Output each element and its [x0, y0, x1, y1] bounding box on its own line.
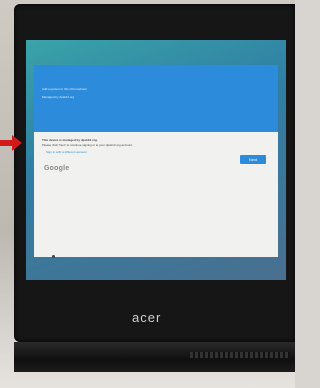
red-arrow-icon: [0, 135, 22, 151]
cursor-dot: [52, 255, 55, 258]
header-subtitle: Managed by dpsk12.org: [42, 95, 75, 99]
chromebook-screen: Add a person to this Chromebook Managed …: [26, 40, 286, 280]
signin-dialog: This device is managed by dpsk12.org. Pl…: [34, 132, 278, 257]
different-account-link[interactable]: Sign in with a different account: [46, 150, 87, 154]
hinge-grille: [190, 352, 290, 358]
header-title: Add a person to this Chromebook: [42, 87, 87, 91]
managed-notice: This device is managed by dpsk12.org.: [42, 138, 98, 142]
dialog-header: Add a person to this Chromebook Managed …: [34, 65, 278, 132]
google-logo: Google: [44, 165, 70, 172]
next-button[interactable]: Next: [240, 155, 266, 164]
brand-logo: acer: [132, 310, 162, 325]
instruction-text: Please click 'Next' to continue signing …: [42, 143, 133, 147]
